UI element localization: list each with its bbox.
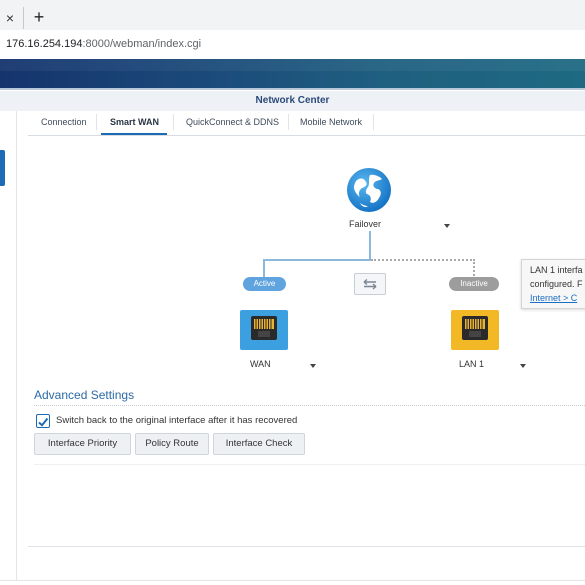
url-text[interactable]: 176.16.254.194:8000/webman/index.cgi <box>6 38 201 50</box>
tab-quickconnect-ddns[interactable]: QuickConnect & DDNS <box>186 117 279 127</box>
window-bottom-border <box>0 580 585 581</box>
connector-line <box>263 259 265 279</box>
interface-check-button[interactable]: Interface Check <box>213 433 305 455</box>
tooltip-line: LAN 1 interfa <box>530 265 583 275</box>
address-bar[interactable]: 176.16.254.194:8000/webman/index.cgi <box>0 30 585 60</box>
url-host: 176.16.254.194 <box>6 38 83 50</box>
tab-smart-wan[interactable]: Smart WAN <box>110 117 159 127</box>
connector-line <box>263 259 371 261</box>
new-tab-icon[interactable]: + <box>28 6 50 28</box>
tab-divider <box>373 114 374 130</box>
window-title: Network Center <box>0 91 585 111</box>
sidebar-edge <box>16 111 17 581</box>
wan-port-icon <box>240 310 288 350</box>
active-tab-underline <box>101 133 167 135</box>
connector-line <box>369 231 371 260</box>
inactive-connector-line <box>371 259 475 261</box>
tooltip-line: configured. F <box>530 279 583 289</box>
lan1-dropdown-icon[interactable] <box>520 364 526 368</box>
active-status-badge: Active <box>243 277 286 291</box>
url-path: :8000/webman/index.cgi <box>82 38 202 50</box>
interface-priority-button[interactable]: Interface Priority <box>34 433 131 455</box>
close-tab-icon[interactable]: × <box>0 7 24 29</box>
inactive-status-badge: Inactive <box>449 277 499 291</box>
dsm-banner <box>0 59 585 89</box>
section-divider <box>34 405 585 406</box>
switch-back-label: Switch back to the original interface af… <box>56 415 298 426</box>
switch-back-checkbox[interactable] <box>36 414 50 428</box>
failover-dropdown-icon[interactable] <box>444 224 450 228</box>
lan1-label: LAN 1 <box>459 359 485 369</box>
lan1-tooltip: LAN 1 interfa configured. F Internet > C <box>521 259 585 309</box>
tab-divider <box>288 114 289 130</box>
swap-arrows-icon <box>363 278 377 290</box>
sidebar-selected-indicator <box>0 150 5 186</box>
policy-route-button[interactable]: Policy Route <box>135 433 209 455</box>
browser-tab-strip <box>0 0 585 30</box>
tooltip-internet-link[interactable]: Internet > C <box>530 293 577 303</box>
tab-divider <box>173 114 174 130</box>
advanced-settings-title: Advanced Settings <box>34 388 135 402</box>
checkmark-icon <box>38 417 49 427</box>
swap-interfaces-button[interactable] <box>354 273 386 295</box>
lan1-port-icon <box>451 310 499 350</box>
tab-divider <box>96 114 97 130</box>
inactive-connector-line <box>473 259 475 279</box>
failover-label: Failover <box>349 219 382 229</box>
tab-mobile-network[interactable]: Mobile Network <box>300 117 362 127</box>
footer-divider <box>28 546 585 547</box>
panel-divider <box>34 464 585 465</box>
internet-globe-icon <box>347 168 391 212</box>
wan-label: WAN <box>250 359 271 369</box>
tab-connection[interactable]: Connection <box>41 117 87 127</box>
wan-dropdown-icon[interactable] <box>310 364 316 368</box>
